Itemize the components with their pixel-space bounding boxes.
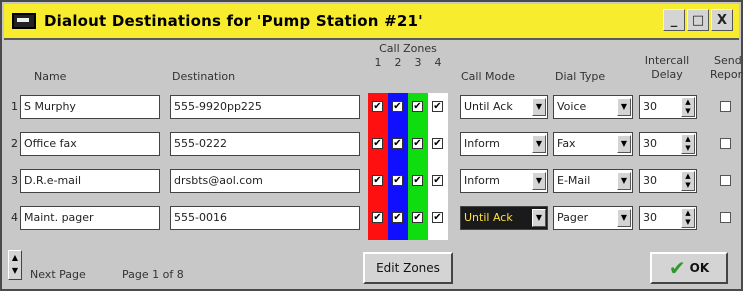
close-button[interactable]: X: [711, 9, 733, 31]
header-zone-1: 1: [374, 56, 382, 69]
row-number: 1: [11, 100, 18, 113]
destination-input[interactable]: 555-0222: [170, 132, 360, 156]
window-title: Dialout Destinations for 'Pump Station #…: [44, 12, 423, 30]
up-down-arrows-icon[interactable]: ▲ ▼: [681, 97, 695, 117]
delay-value: 30: [643, 137, 657, 150]
header-call-zones: Call Zones: [379, 42, 437, 55]
zone-3-checkbox[interactable]: ✔: [412, 101, 423, 112]
header-zone-2: 2: [394, 56, 402, 69]
send-report-checkbox[interactable]: [720, 138, 731, 149]
dial-type-select[interactable]: Fax ▼: [553, 132, 633, 156]
header-zone-4: 4: [434, 56, 442, 69]
zone-2-checkbox[interactable]: ✔: [392, 175, 403, 186]
name-input[interactable]: Maint. pager: [20, 206, 160, 230]
minimize-button[interactable]: _: [663, 9, 685, 31]
chevron-down-icon[interactable]: ▼: [617, 135, 631, 153]
zone-4-checkbox[interactable]: ✔: [432, 175, 443, 186]
call-mode-select[interactable]: Until Ack ▼: [460, 206, 548, 230]
call-mode-value: Inform: [464, 174, 500, 187]
call-mode-select[interactable]: Inform ▼: [460, 132, 548, 156]
zone-1-checkbox[interactable]: ✔: [372, 138, 383, 149]
zone-4-checkbox[interactable]: ✔: [432, 138, 443, 149]
up-down-arrows-icon[interactable]: ▲ ▼: [681, 134, 695, 154]
header-call-mode: Call Mode: [461, 70, 516, 83]
row-number: 2: [11, 137, 18, 150]
chevron-down-icon[interactable]: ▼: [617, 209, 631, 227]
delay-spinner[interactable]: 30 ▲ ▼: [639, 206, 697, 230]
header-intercall: Intercall: [644, 54, 690, 67]
zone-2-checkbox[interactable]: ✔: [392, 212, 403, 223]
delay-value: 30: [643, 211, 657, 224]
delay-spinner[interactable]: 30 ▲ ▼: [639, 132, 697, 156]
edit-zones-button[interactable]: Edit Zones: [363, 252, 453, 284]
delay-value: 30: [643, 100, 657, 113]
dial-type-value: Fax: [557, 137, 576, 150]
call-mode-value: Until Ack: [464, 100, 513, 113]
zone-4-checkbox[interactable]: ✔: [432, 212, 443, 223]
name-input[interactable]: S Murphy: [20, 95, 160, 119]
zone-2-checkbox[interactable]: ✔: [392, 138, 403, 149]
header-send: Send: [714, 54, 742, 67]
zone-3-checkbox[interactable]: ✔: [412, 212, 423, 223]
chevron-down-icon[interactable]: ▼: [532, 209, 546, 227]
header-dial-type: Dial Type: [555, 70, 606, 83]
dial-type-value: Voice: [557, 100, 587, 113]
chevron-down-icon[interactable]: ▼: [532, 172, 546, 190]
header-report: Repor: [710, 68, 743, 81]
destination-input[interactable]: 555-9920pp225: [170, 95, 360, 119]
edit-zones-label: Edit Zones: [376, 261, 440, 275]
page-info: Page 1 of 8: [122, 268, 184, 281]
call-mode-value: Until Ack: [464, 211, 513, 224]
next-page-label[interactable]: Next Page: [30, 268, 86, 281]
header-name: Name: [34, 70, 67, 83]
zone-1-checkbox[interactable]: ✔: [372, 101, 383, 112]
chevron-down-icon[interactable]: ▼: [532, 135, 546, 153]
delay-spinner[interactable]: 30 ▲ ▼: [639, 95, 697, 119]
call-mode-select[interactable]: Until Ack ▼: [460, 95, 548, 119]
send-report-checkbox[interactable]: [720, 212, 731, 223]
chevron-down-icon[interactable]: ▼: [532, 98, 546, 116]
dial-type-select[interactable]: Pager ▼: [553, 206, 633, 230]
dial-type-value: E-Mail: [557, 174, 591, 187]
ok-label: OK: [689, 261, 710, 275]
window-menu-icon[interactable]: [12, 13, 36, 29]
call-mode-select[interactable]: Inform ▼: [460, 169, 548, 193]
zone-1-checkbox[interactable]: ✔: [372, 212, 383, 223]
chevron-down-icon[interactable]: ▼: [617, 98, 631, 116]
zone-3-checkbox[interactable]: ✔: [412, 175, 423, 186]
dial-type-select[interactable]: Voice ▼: [553, 95, 633, 119]
dialout-window: Dialout Destinations for 'Pump Station #…: [0, 0, 743, 291]
zone-1-checkbox[interactable]: ✔: [372, 175, 383, 186]
ok-button[interactable]: ✔ OK: [650, 252, 728, 284]
zone-2-checkbox[interactable]: ✔: [392, 101, 403, 112]
send-report-checkbox[interactable]: [720, 175, 731, 186]
call-mode-value: Inform: [464, 137, 500, 150]
dial-type-value: Pager: [557, 211, 589, 224]
chevron-down-icon[interactable]: ▼: [617, 172, 631, 190]
up-down-arrows-icon[interactable]: ▲ ▼: [681, 171, 695, 191]
row-number: 3: [11, 174, 18, 187]
name-input[interactable]: Office fax: [20, 132, 160, 156]
name-input[interactable]: D.R.e-mail: [20, 169, 160, 193]
checkmark-icon: ✔: [668, 256, 686, 280]
destination-input[interactable]: 555-0016: [170, 206, 360, 230]
header-delay: Delay: [651, 68, 683, 81]
zone-3-checkbox[interactable]: ✔: [412, 138, 423, 149]
destination-input[interactable]: drsbts@aol.com: [170, 169, 360, 193]
header-zone-3: 3: [414, 56, 422, 69]
up-down-arrows-icon[interactable]: ▲ ▼: [681, 208, 695, 228]
header-destination: Destination: [172, 70, 236, 83]
title-bar[interactable]: Dialout Destinations for 'Pump Station #…: [4, 4, 739, 40]
page-stepper[interactable]: ▲ ▼: [8, 250, 22, 280]
delay-value: 30: [643, 174, 657, 187]
delay-spinner[interactable]: 30 ▲ ▼: [639, 169, 697, 193]
dial-type-select[interactable]: E-Mail ▼: [553, 169, 633, 193]
row-number: 4: [11, 211, 18, 224]
send-report-checkbox[interactable]: [720, 101, 731, 112]
zone-4-checkbox[interactable]: ✔: [432, 101, 443, 112]
maximize-button[interactable]: □: [687, 9, 709, 31]
